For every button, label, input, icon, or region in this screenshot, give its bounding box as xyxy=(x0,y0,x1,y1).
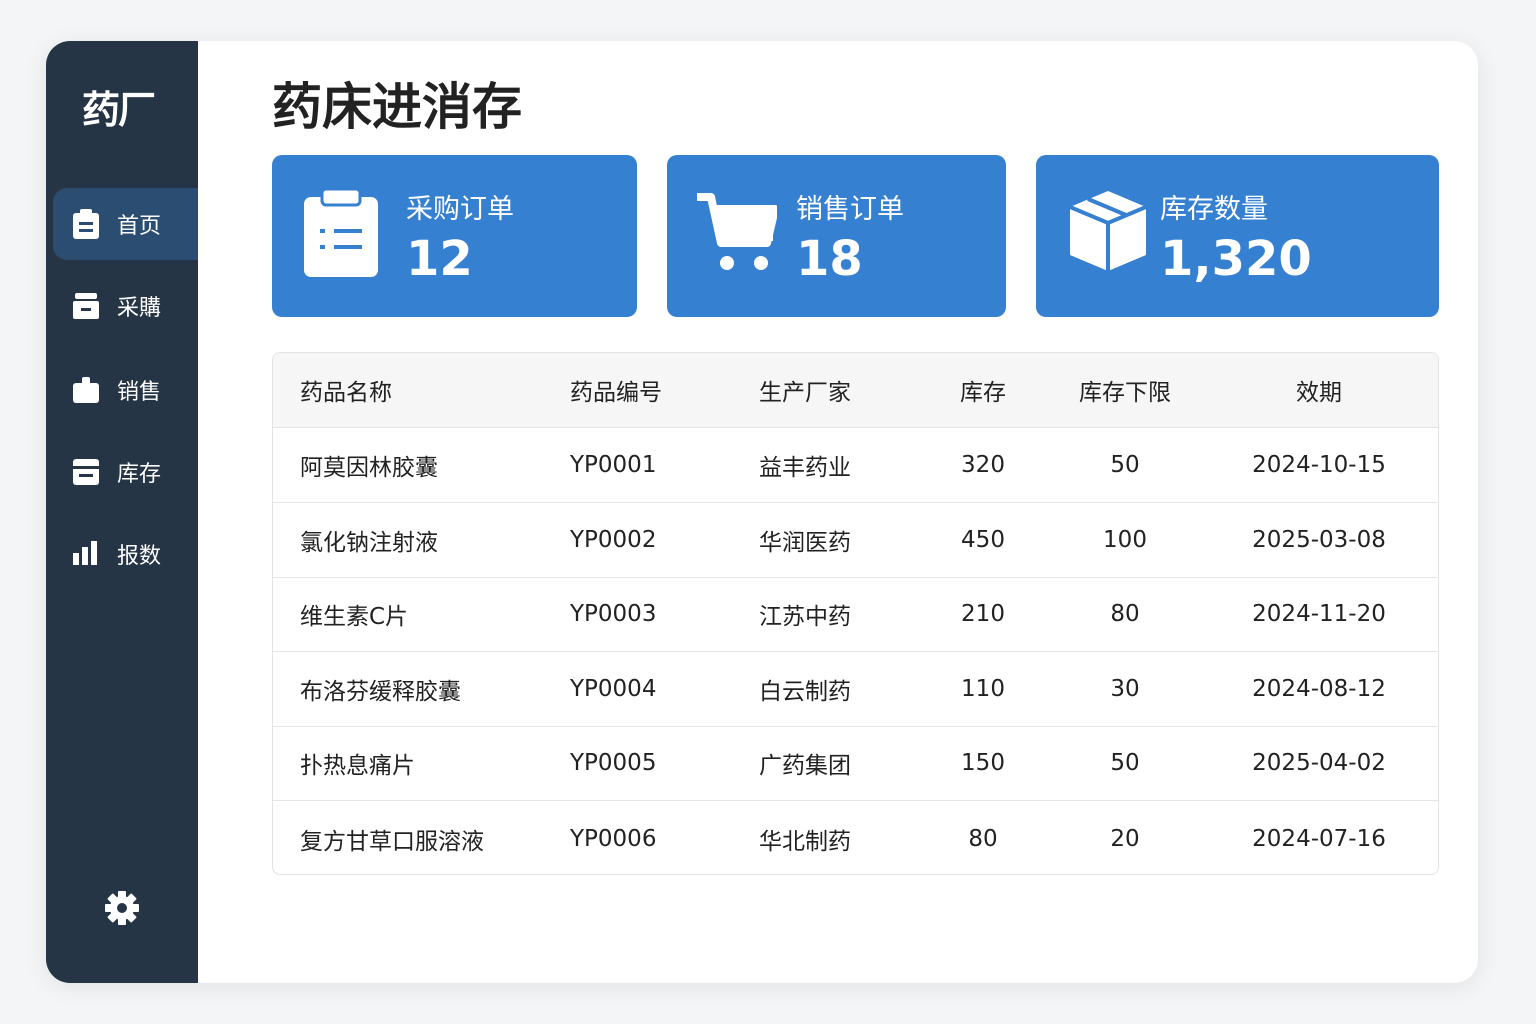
table-row[interactable]: 扑热息痛片 YP0005 广药集团 150 50 2025-04-02 xyxy=(273,726,1438,802)
header-expiry[interactable]: 效期 xyxy=(1296,373,1342,407)
table-row[interactable]: 维生素C片 YP0003 江苏中药 210 80 2024-11-20 xyxy=(273,577,1438,653)
sidebar-item-label: 采購 xyxy=(117,296,162,321)
sidebar-item-inventory[interactable]: 库存 xyxy=(53,436,198,508)
bag-icon xyxy=(73,377,99,403)
archive-icon xyxy=(73,459,99,485)
cell-maker: 白云制药 xyxy=(759,678,851,705)
header-min-stock[interactable]: 库存下限 xyxy=(1079,373,1171,407)
clipboard-list-icon xyxy=(304,189,378,277)
cell-stock: 450 xyxy=(961,526,1005,553)
stat-value: 18 xyxy=(796,231,863,287)
sidebar-item-purchase[interactable]: 采購 xyxy=(53,270,198,342)
app-window: 药厂 首页 采購 销售 库存 报数 药床进消存 采购订单 12 销售订单 18 … xyxy=(46,41,1478,983)
sidebar-item-reports[interactable]: 报数 xyxy=(53,518,198,590)
stat-value: 1,320 xyxy=(1160,231,1312,287)
cell-min-stock: 50 xyxy=(1110,452,1140,478)
header-name[interactable]: 药品名称 xyxy=(300,373,392,407)
sidebar-item-label: 报数 xyxy=(117,544,162,569)
package-icon xyxy=(1069,191,1147,271)
sidebar-item-label: 库存 xyxy=(117,462,162,487)
sidebar-item-label: 销售 xyxy=(117,380,162,405)
stat-card-inventory[interactable]: 库存数量 1,320 xyxy=(1036,155,1439,317)
cell-stock: 110 xyxy=(961,675,1005,702)
cell-code: YP0001 xyxy=(570,452,657,478)
box-icon xyxy=(73,293,99,319)
cell-name: 扑热息痛片 xyxy=(300,753,415,780)
cell-stock: 320 xyxy=(961,452,1005,478)
header-maker[interactable]: 生产厂家 xyxy=(759,373,851,407)
cell-expiry: 2024-11-20 xyxy=(1252,601,1386,628)
sidebar-item-label: 首页 xyxy=(117,214,162,239)
cell-name: 维生素C片 xyxy=(300,604,409,631)
cell-maker: 华润医药 xyxy=(759,529,851,556)
table-header: 药品名称 药品编号 生产厂家 库存 库存下限 效期 xyxy=(273,353,1438,428)
table-row[interactable]: 阿莫因林胶囊 YP0001 益丰药业 320 50 2024-10-15 xyxy=(273,428,1438,503)
cell-min-stock: 50 xyxy=(1110,750,1140,777)
clipboard-icon xyxy=(73,209,99,239)
cell-expiry: 2024-07-16 xyxy=(1252,825,1386,852)
cart-icon xyxy=(697,193,777,270)
gear-icon[interactable] xyxy=(103,889,141,927)
cell-maker: 华北制药 xyxy=(759,828,851,855)
cell-expiry: 2025-04-02 xyxy=(1252,750,1386,777)
cell-min-stock: 30 xyxy=(1110,675,1140,702)
cell-min-stock: 20 xyxy=(1110,825,1140,852)
cell-expiry: 2025-03-08 xyxy=(1252,526,1386,553)
cell-name: 复方甘草口服溶液 xyxy=(300,828,484,855)
medicine-table: 药品名称 药品编号 生产厂家 库存 库存下限 效期 阿莫因林胶囊 YP0001 益丰… xyxy=(272,352,1439,875)
header-code[interactable]: 药品编号 xyxy=(570,373,662,407)
stat-card-purchase-orders[interactable]: 采购订单 12 xyxy=(272,155,637,317)
table-row[interactable]: 氯化钠注射液 YP0002 华润医药 450 100 2025-03-08 xyxy=(273,503,1438,578)
header-stock[interactable]: 库存 xyxy=(960,373,1006,407)
cell-stock: 80 xyxy=(968,825,998,852)
sidebar: 药厂 首页 采購 销售 库存 报数 xyxy=(46,41,198,983)
cell-min-stock: 100 xyxy=(1103,526,1147,553)
cell-code: YP0006 xyxy=(570,825,657,852)
cell-stock: 150 xyxy=(961,750,1005,777)
cell-maker: 益丰药业 xyxy=(759,455,851,481)
bar-chart-icon xyxy=(73,541,97,565)
stat-label: 销售订单 xyxy=(796,194,904,225)
logo: 药厂 xyxy=(82,88,156,132)
cell-maker: 广药集团 xyxy=(759,753,851,780)
table-row[interactable]: 复方甘草口服溶液 YP0006 华北制药 80 20 2024-07-16 xyxy=(273,801,1438,874)
cell-code: YP0002 xyxy=(570,526,657,553)
cell-expiry: 2024-08-12 xyxy=(1252,675,1386,702)
stat-card-sales-orders[interactable]: 销售订单 18 xyxy=(667,155,1006,317)
cell-code: YP0004 xyxy=(570,675,657,702)
page-title: 药床进消存 xyxy=(272,78,522,136)
stat-label: 库存数量 xyxy=(1160,194,1268,225)
cell-name: 布洛芬缓释胶囊 xyxy=(300,678,461,705)
cell-expiry: 2024-10-15 xyxy=(1252,452,1386,478)
cell-name: 氯化钠注射液 xyxy=(300,529,438,556)
cell-min-stock: 80 xyxy=(1110,601,1140,628)
stat-value: 12 xyxy=(406,231,473,287)
cell-code: YP0005 xyxy=(570,750,657,777)
cell-code: YP0003 xyxy=(570,601,657,628)
cell-maker: 江苏中药 xyxy=(759,604,851,631)
table-row[interactable]: 布洛芬缓释胶囊 YP0004 白云制药 110 30 2024-08-12 xyxy=(273,652,1438,727)
sidebar-item-sales[interactable]: 销售 xyxy=(53,354,198,426)
cell-name: 阿莫因林胶囊 xyxy=(300,455,438,481)
cell-stock: 210 xyxy=(961,601,1005,628)
stat-label: 采购订单 xyxy=(406,194,514,225)
sidebar-item-home[interactable]: 首页 xyxy=(53,188,198,260)
